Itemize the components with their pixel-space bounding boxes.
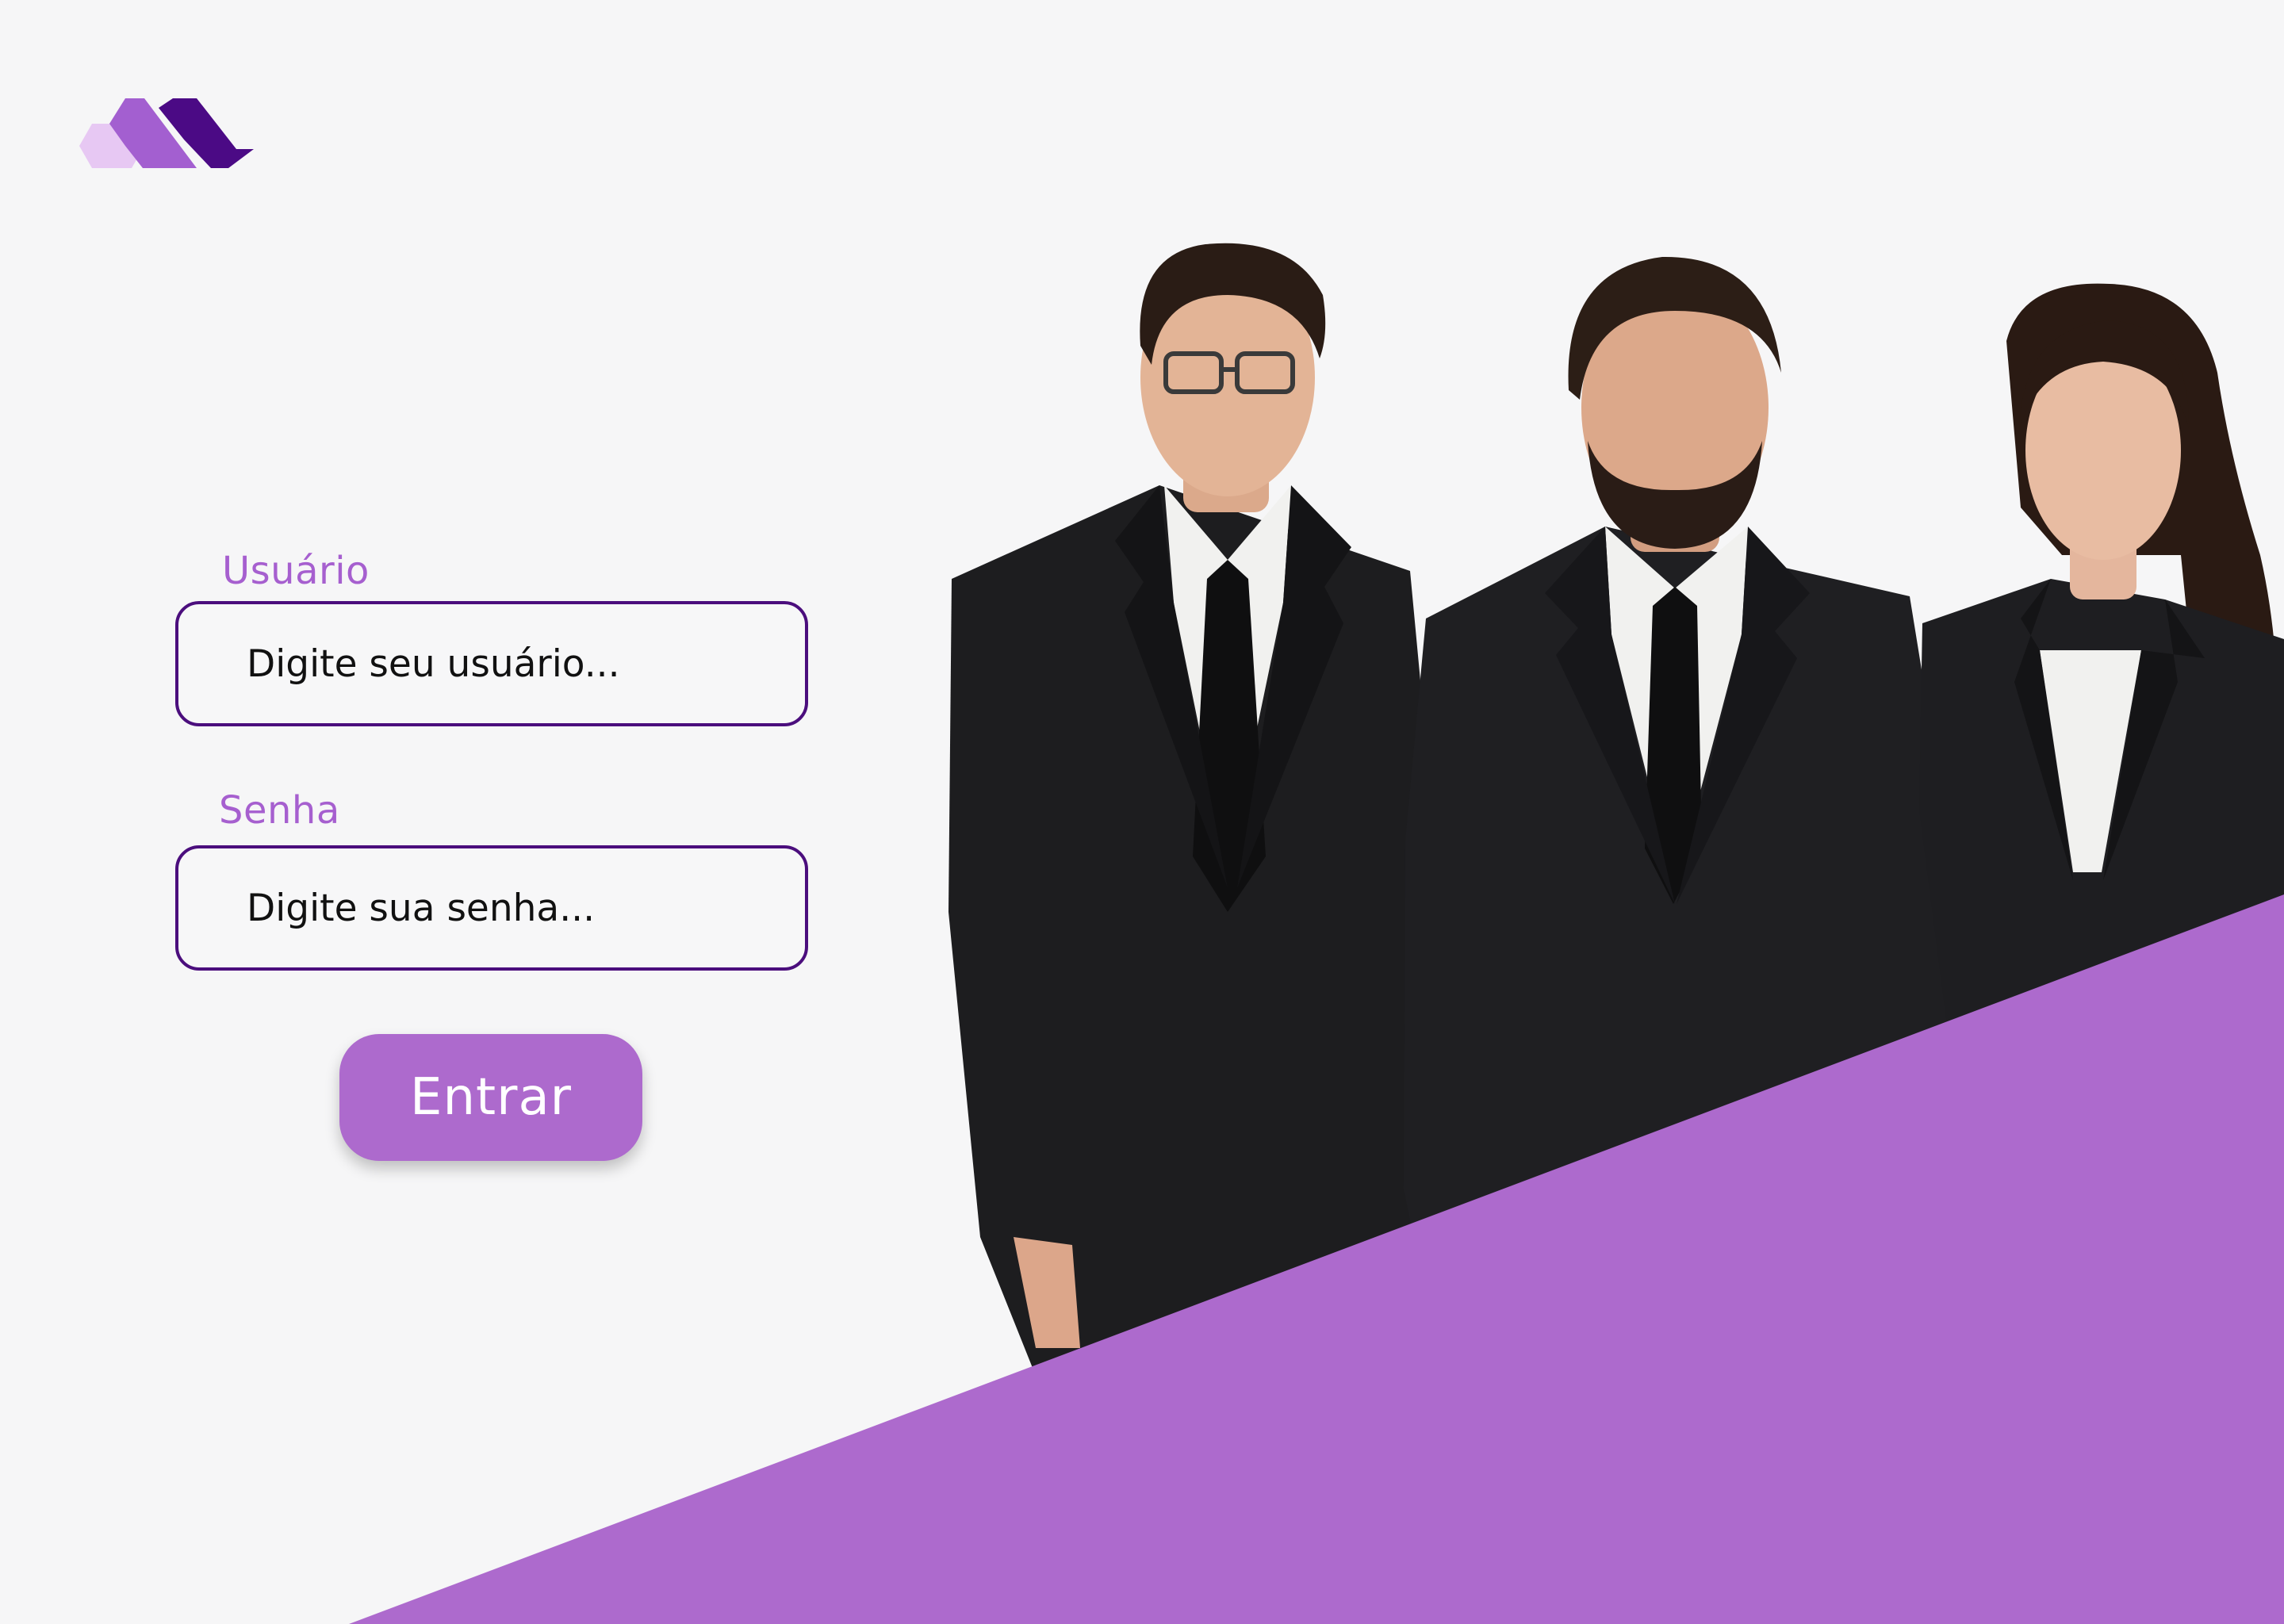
person-left xyxy=(948,243,1434,1443)
password-label: Senha xyxy=(219,788,340,833)
username-input[interactable] xyxy=(175,601,808,726)
person-middle xyxy=(1404,256,1951,1443)
username-label: Usuário xyxy=(222,549,370,593)
team-photo xyxy=(948,243,2284,1443)
person-right xyxy=(1919,283,2284,1031)
password-input[interactable] xyxy=(175,845,808,971)
m-hexagon-logo xyxy=(79,98,254,168)
login-button[interactable]: Entrar xyxy=(339,1034,642,1161)
